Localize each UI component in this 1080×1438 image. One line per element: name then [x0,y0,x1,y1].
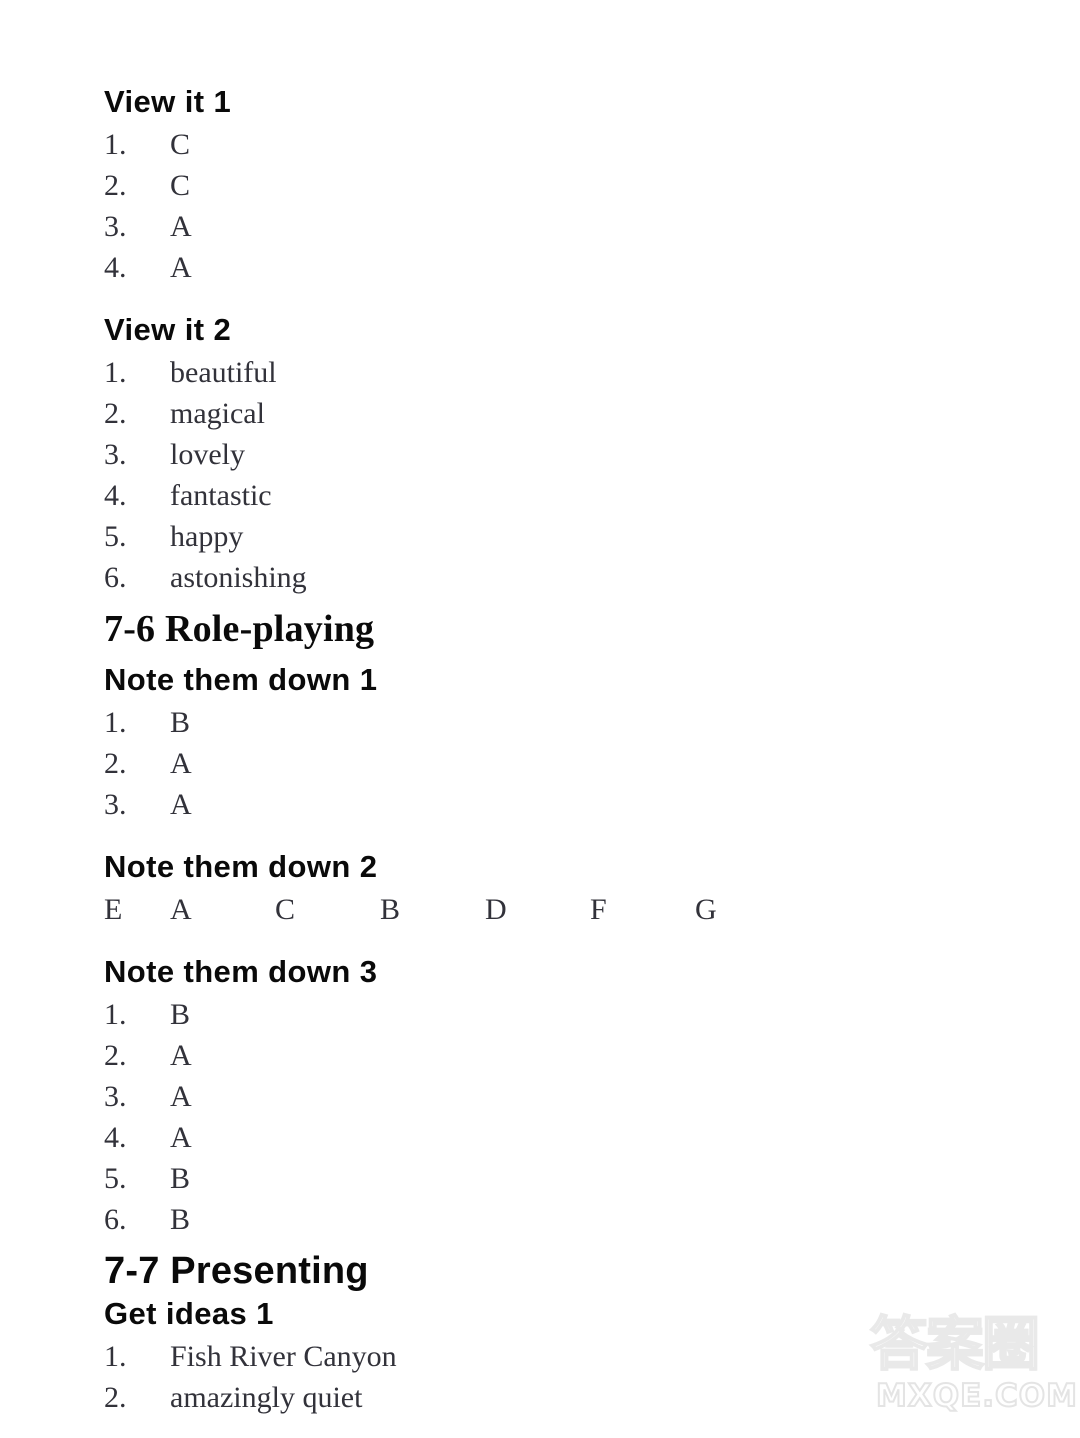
list-item-answer: Fish River Canyon [170,1340,397,1373]
heading-view-it-2: View it 2 [104,312,232,347]
list-item-number: 4. [104,479,127,512]
list-item-answer: magical [170,397,265,430]
list-item-number: 2. [104,747,127,780]
answer-list-view-it-1: 1. C 2. C 3. A 4. A [104,124,1004,288]
list-item-number: 3. [104,788,127,821]
list-item-answer: beautiful [170,356,277,389]
list-item: 3. A [104,206,1004,247]
letter-cell: B [380,893,401,926]
list-item-answer: B [170,1162,191,1195]
list-item: 2. magical [104,393,1004,434]
list-item-answer: A [170,788,192,821]
list-item: 6. astonishing [104,557,1004,598]
answer-list-get-ideas-1: 1. Fish River Canyon 2. amazingly quiet [104,1336,1004,1418]
list-item-answer: B [170,998,191,1031]
answer-list-note-them-down-3: 1. B 2. A 3. A 4. A 5. B 6. B [104,994,1004,1240]
list-item: 3. A [104,1076,1004,1117]
list-item-answer: A [170,1121,192,1154]
answer-key-content: View it 1 1. C 2. C 3. A 4. A View it 2 [104,82,1004,1418]
list-item: 2. C [104,165,1004,206]
list-item-answer: C [170,128,191,161]
list-item: 2. A [104,743,1004,784]
letter-cell: C [275,893,296,926]
list-item: 5. happy [104,516,1004,557]
list-item-answer: A [170,1039,192,1072]
list-item-answer: B [170,706,191,739]
list-item-number: 1. [104,356,127,389]
list-item: 1. beautiful [104,352,1004,393]
answer-list-view-it-2: 1. beautiful 2. magical 3. lovely 4. fan… [104,352,1004,598]
list-item-answer: B [170,1203,191,1236]
list-item-number: 2. [104,397,127,430]
list-item: 2. A [104,1035,1004,1076]
list-item: 4. A [104,247,1004,288]
list-item: 3. A [104,784,1004,825]
answer-letter-row-note-them-down-2: E A C B D F G [104,889,1004,930]
list-item-number: 1. [104,1340,127,1373]
heading-get-ideas-1: Get ideas 1 [104,1296,274,1331]
list-item: 1. C [104,124,1004,165]
list-item-answer: fantastic [170,479,272,512]
list-item: 4. A [104,1117,1004,1158]
list-item: 4. fantastic [104,475,1004,516]
letter-cell: F [590,893,607,926]
list-item-number: 1. [104,128,127,161]
list-item-number: 3. [104,438,127,471]
list-item-answer: amazingly quiet [170,1381,363,1414]
heading-note-them-down-1: Note them down 1 [104,662,378,697]
letter-cell: E [104,893,123,926]
list-item: 1. B [104,702,1004,743]
list-item: 1. Fish River Canyon [104,1336,1004,1377]
list-item-answer: lovely [170,438,245,471]
list-item-number: 6. [104,561,127,594]
heading-note-them-down-2: Note them down 2 [104,849,378,884]
list-item-number: 6. [104,1203,127,1236]
list-item: 2. amazingly quiet [104,1377,1004,1418]
list-item: 3. lovely [104,434,1004,475]
list-item-number: 2. [104,169,127,202]
letter-cell: D [485,893,507,926]
list-item-number: 1. [104,998,127,1031]
list-item-number: 2. [104,1039,127,1072]
list-item-number: 4. [104,251,127,284]
list-item-answer: happy [170,520,244,553]
letter-cell: G [695,893,717,926]
heading-note-them-down-3: Note them down 3 [104,954,378,989]
heading-unit-7-6: 7-6 Role-playing [104,608,375,650]
list-item-answer: A [170,1080,192,1113]
list-item: 6. B [104,1199,1004,1240]
list-item-number: 5. [104,520,127,553]
list-item: 1. B [104,994,1004,1035]
document-page: View it 1 1. C 2. C 3. A 4. A View it 2 [0,0,1080,1438]
list-item-number: 5. [104,1162,127,1195]
list-item-answer: A [170,251,192,284]
list-item-number: 3. [104,210,127,243]
answer-list-note-them-down-1: 1. B 2. A 3. A [104,702,1004,825]
letter-cell: A [170,893,192,926]
heading-unit-7-7: 7-7 Presenting [104,1250,369,1292]
list-item: 5. B [104,1158,1004,1199]
heading-view-it-1: View it 1 [104,84,232,119]
list-item-answer: A [170,747,192,780]
list-item-number: 2. [104,1381,127,1414]
list-item-answer: A [170,210,192,243]
list-item-number: 3. [104,1080,127,1113]
list-item-answer: astonishing [170,561,307,594]
list-item-answer: C [170,169,191,202]
list-item-number: 1. [104,706,127,739]
list-item-number: 4. [104,1121,127,1154]
